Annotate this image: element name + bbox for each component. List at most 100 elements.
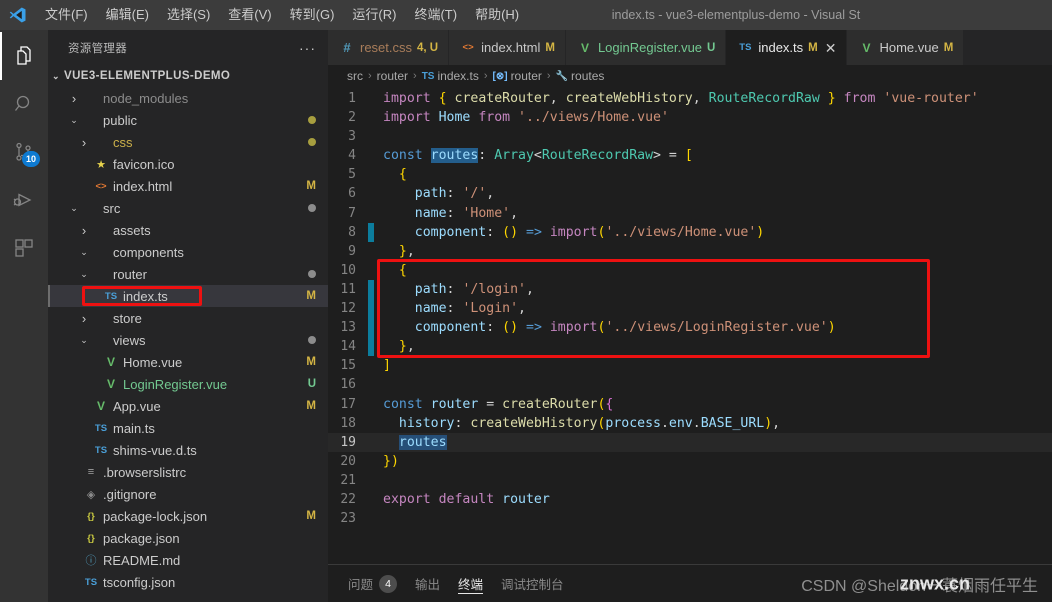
tree-item-package-lock-json[interactable]: {} package-lock.json M bbox=[48, 505, 328, 527]
tree-item-router[interactable]: ⌄ router bbox=[48, 263, 328, 285]
menu-view[interactable]: 查看(V) bbox=[219, 2, 280, 28]
vscode-logo-icon bbox=[0, 6, 36, 24]
code-line[interactable]: 22 export default router bbox=[328, 490, 1052, 509]
breadcrumb-item-router[interactable]: [⊗] router bbox=[493, 69, 542, 83]
tree-item-public[interactable]: ⌄ public bbox=[48, 109, 328, 131]
activity-extensions[interactable] bbox=[0, 224, 48, 272]
code-line[interactable]: 11 path: '/login', bbox=[328, 279, 1052, 300]
tree-item-readme-md[interactable]: ⓘ README.md bbox=[48, 549, 328, 571]
file-type-icon: ⓘ bbox=[85, 555, 97, 567]
code-line[interactable]: 15] bbox=[328, 356, 1052, 375]
breadcrumb-item-router[interactable]: router bbox=[377, 69, 408, 83]
editor-tab-index-html[interactable]: <> index.html M bbox=[449, 30, 566, 65]
git-status-dot bbox=[308, 116, 316, 124]
editor-tabs[interactable]: # reset.css 4, U <> index.html M V LoginRegiste… bbox=[328, 30, 1052, 65]
editor-tab-index-ts[interactable]: TS index.ts M ✕ bbox=[726, 30, 848, 65]
tree-item-favicon-ico[interactable]: ★ favicon.ico bbox=[48, 153, 328, 175]
tree-item-loginregister-vue[interactable]: V LoginRegister.vue U bbox=[48, 373, 328, 395]
menu-file[interactable]: 文件(F) bbox=[36, 2, 97, 28]
tree-item-label: LoginRegister.vue bbox=[123, 376, 228, 392]
code-line[interactable]: 8 component: () => import('../views/Home… bbox=[328, 222, 1052, 242]
tree-item-index-ts[interactable]: TS index.ts M bbox=[48, 285, 328, 307]
code-line[interactable]: 7 name: 'Home', bbox=[328, 204, 1052, 223]
breadcrumb-label: router bbox=[376, 69, 409, 83]
tree-item-assets[interactable]: › assets bbox=[48, 219, 328, 241]
panel-tabs[interactable]: 问题 4 输出 终端 调试控制台 bbox=[348, 565, 564, 602]
activity-explorer[interactable] bbox=[0, 32, 48, 80]
code-line[interactable]: 6 path: '/', bbox=[328, 184, 1052, 203]
breadcrumb[interactable]: src › router › TS index.ts › [⊗] router › 🔧 routes bbox=[328, 65, 1052, 87]
code-line[interactable]: 9 }, bbox=[328, 242, 1052, 261]
menu-edit[interactable]: 编辑(E) bbox=[97, 2, 158, 28]
editor-scrollbar[interactable] bbox=[1038, 87, 1052, 564]
tree-item-src[interactable]: ⌄ src bbox=[48, 197, 328, 219]
code-line[interactable]: 17 const router = createRouter({ bbox=[328, 395, 1052, 414]
activity-run-debug[interactable] bbox=[0, 176, 48, 224]
activity-source-control[interactable]: 10 bbox=[0, 128, 48, 176]
menu-terminal[interactable]: 终端(T) bbox=[405, 2, 466, 28]
editor-tab-home-vue[interactable]: V Home.vue M bbox=[847, 30, 965, 65]
editor-tab-reset-css[interactable]: # reset.css 4, U bbox=[328, 30, 450, 65]
code-text: component: () => import('../views/Home.v… bbox=[414, 224, 765, 240]
panel-tab-输出[interactable]: 输出 bbox=[415, 565, 440, 602]
code-line[interactable]: 13 component: () => import('../views/Log… bbox=[328, 318, 1052, 338]
tree-item-app-vue[interactable]: V App.vue M bbox=[48, 395, 328, 417]
breadcrumb-icon: 🔧 bbox=[555, 70, 569, 82]
close-icon[interactable]: ✕ bbox=[825, 41, 837, 55]
tree-item--browserslistrc[interactable]: ≡ .browserslistrc bbox=[48, 461, 328, 483]
code-line[interactable]: 18 history: createWebHistory(process.env… bbox=[328, 414, 1052, 433]
code-line[interactable]: 4 const routes: Array<RouteRecordRaw> = [ bbox=[328, 146, 1052, 165]
editor-tab-loginregister-vue[interactable]: V LoginRegister.vue U bbox=[565, 30, 727, 65]
tree-item-main-ts[interactable]: TS main.ts bbox=[48, 417, 328, 439]
code-line[interactable]: 3 bbox=[328, 127, 1052, 146]
menu-selection[interactable]: 选择(S) bbox=[158, 2, 219, 28]
code-line[interactable]: 10 { bbox=[328, 261, 1052, 280]
more-actions-icon[interactable]: ··· bbox=[299, 40, 320, 56]
code-content[interactable]: 1 import { createRouter, createWebHistory… bbox=[328, 87, 1052, 528]
menu-goto[interactable]: 转到(G) bbox=[281, 2, 344, 28]
code-line[interactable]: 14 }, bbox=[328, 337, 1052, 357]
code-line[interactable]: 1 import { createRouter, createWebHistory… bbox=[328, 89, 1052, 108]
menu-run[interactable]: 运行(R) bbox=[343, 2, 405, 28]
code-line[interactable]: 21 bbox=[328, 471, 1052, 490]
code-line[interactable]: 19 routes bbox=[328, 432, 1052, 452]
breadcrumb-item-index-ts[interactable]: TS index.ts bbox=[422, 69, 479, 83]
code-line[interactable]: 23 bbox=[328, 509, 1052, 528]
code-editor[interactable]: 1 import { createRouter, createWebHistory… bbox=[328, 87, 1052, 564]
tree-item-css[interactable]: › css bbox=[48, 131, 328, 153]
code-line[interactable]: 16 bbox=[328, 375, 1052, 394]
gutter-modified-marker bbox=[368, 471, 374, 490]
menu-bar[interactable]: 文件(F) 编辑(E) 选择(S) 查看(V) 转到(G) 运行(R) 终端(T… bbox=[36, 2, 528, 28]
code-line[interactable]: 20}) bbox=[328, 452, 1052, 471]
tree-item-views[interactable]: ⌄ views bbox=[48, 329, 328, 351]
tree-item--gitignore[interactable]: ◈ .gitignore bbox=[48, 483, 328, 505]
tree-item-tsconfig-json[interactable]: TS tsconfig.json bbox=[48, 571, 328, 593]
panel-tab-调试控制台[interactable]: 调试控制台 bbox=[501, 565, 564, 602]
breadcrumb-separator: › bbox=[368, 70, 372, 82]
code-line[interactable]: 12 name: 'Login', bbox=[328, 299, 1052, 319]
code-line[interactable]: 5 { bbox=[328, 165, 1052, 184]
title-bar: 文件(F) 编辑(E) 选择(S) 查看(V) 转到(G) 运行(R) 终端(T… bbox=[0, 0, 1052, 30]
tree-item-shims-vue-d-ts[interactable]: TS shims-vue.d.ts bbox=[48, 439, 328, 461]
panel-tab-问题[interactable]: 问题 4 bbox=[348, 565, 398, 602]
activity-search[interactable] bbox=[0, 80, 48, 128]
tree-item-label: index.html bbox=[113, 178, 173, 194]
code-line[interactable]: 2 import Home from '../views/Home.vue' bbox=[328, 108, 1052, 127]
tree-item-components[interactable]: ⌄ components bbox=[48, 241, 328, 263]
file-tree[interactable]: ⌄ VUE3-ELEMENTPLUS-DEMO › node_modules ⌄ pu… bbox=[48, 65, 328, 602]
tree-item-node-modules[interactable]: › node_modules bbox=[48, 87, 328, 109]
search-icon bbox=[14, 95, 30, 111]
breadcrumb-item-routes[interactable]: 🔧 routes bbox=[556, 69, 605, 83]
panel-tab-终端[interactable]: 终端 bbox=[458, 565, 484, 602]
tree-item-index-html[interactable]: <> index.html M bbox=[48, 175, 328, 197]
tree-root-folder[interactable]: ⌄ VUE3-ELEMENTPLUS-DEMO bbox=[48, 65, 328, 87]
tree-item-package-json[interactable]: {} package.json bbox=[48, 527, 328, 549]
line-number: 18 bbox=[340, 415, 356, 431]
tree-item-home-vue[interactable]: V Home.vue M bbox=[48, 351, 328, 373]
tree-item-label: src bbox=[103, 200, 121, 216]
editor-group: # reset.css 4, U <> index.html M V LoginRegiste… bbox=[328, 30, 1052, 602]
breadcrumb-separator: › bbox=[546, 70, 551, 82]
tree-item-store[interactable]: › store bbox=[48, 307, 328, 329]
menu-help[interactable]: 帮助(H) bbox=[466, 2, 528, 28]
breadcrumb-item-src[interactable]: src bbox=[347, 69, 363, 83]
